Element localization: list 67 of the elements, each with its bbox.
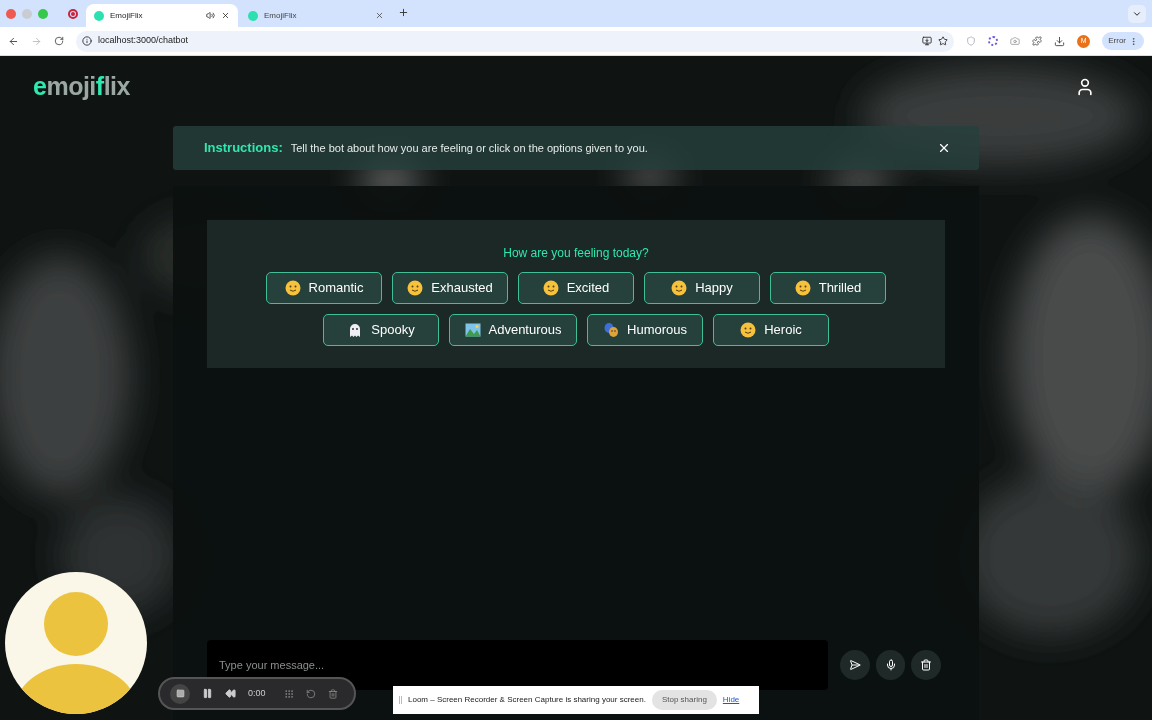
extensions-icon[interactable]: [1032, 36, 1043, 46]
microphone-icon: [884, 659, 897, 671]
drag-handle-icon[interactable]: [399, 696, 402, 704]
info-icon[interactable]: [82, 36, 92, 46]
browser-tab[interactable]: EmojiFlix: [240, 4, 392, 27]
mood-button[interactable]: Thrilled: [770, 272, 886, 304]
send-button[interactable]: [840, 650, 870, 680]
grid-icon[interactable]: [283, 688, 294, 699]
hide-link[interactable]: Hide: [722, 694, 740, 706]
logo-letters[interactable]: f: [95, 72, 104, 101]
emoji-face-icon: [542, 280, 559, 296]
mood-button[interactable]: Spooky: [323, 314, 439, 346]
tab-title: EmojiFlix: [264, 9, 298, 22]
recording-icon[interactable]: [68, 8, 78, 19]
user-icon[interactable]: [1075, 77, 1095, 97]
close-window-icon[interactable]: [6, 8, 16, 19]
close-icon[interactable]: [221, 11, 230, 20]
emoji-face-icon: [407, 280, 424, 296]
logo-letters[interactable]: lix: [103, 72, 130, 101]
download-icon[interactable]: [1054, 35, 1066, 47]
mood-button[interactable]: Adventurous: [449, 314, 577, 346]
close-icon[interactable]: [937, 141, 951, 155]
mood-button[interactable]: Humorous: [587, 314, 703, 346]
error-button[interactable]: Error: [1102, 32, 1144, 50]
emoji-logo-icon: [248, 10, 258, 21]
logo-letters[interactable]: e: [33, 72, 47, 101]
bookmark-star-icon[interactable]: [938, 36, 949, 46]
delete-button[interactable]: [911, 650, 941, 680]
emoji-face-icon: [794, 280, 811, 296]
mood-button[interactable]: Excited: [518, 272, 634, 304]
delete-icon[interactable]: [327, 688, 338, 699]
microphone-button[interactable]: [875, 650, 906, 680]
reload-icon[interactable]: [54, 36, 64, 46]
rewind-icon[interactable]: [225, 688, 236, 699]
trash-icon: [920, 659, 933, 671]
instructions-text: Tell the bot about how you are feeling or click on the options given to you.: [290, 140, 649, 156]
emoji-face-icon: [284, 280, 301, 296]
restart-icon[interactable]: [305, 688, 316, 699]
mood-button[interactable]: Happy: [644, 272, 760, 304]
send-icon: [848, 659, 861, 671]
tab-title: EmojiFlix: [110, 9, 144, 22]
message-input[interactable]: Type your message...: [207, 640, 829, 690]
share-message: Loom – Screen Recorder & Screen Capture is sharing your screen.: [408, 694, 646, 706]
install-icon[interactable]: [922, 36, 933, 46]
stop-button[interactable]: [170, 683, 190, 704]
instructions-label: Instructions:: [204, 139, 283, 158]
landscape-icon: [464, 322, 481, 338]
logo-letters[interactable]: moji: [46, 72, 96, 101]
mood-button[interactable]: Exhausted: [392, 272, 508, 304]
speaker-icon[interactable]: [206, 11, 215, 20]
more-icon: [1129, 36, 1138, 46]
chevron-down-icon: [1132, 9, 1142, 19]
emoji-face-icon: [740, 322, 757, 338]
emoji-face-icon: [671, 280, 688, 296]
new-tab-icon[interactable]: [398, 7, 409, 18]
pause-icon[interactable]: [202, 688, 213, 699]
stop-sharing-button[interactable]: Stop sharing: [651, 690, 717, 710]
address-bar[interactable]: localhost:3000/chatbot: [76, 30, 955, 52]
emoji-logo-icon: [94, 10, 104, 21]
mood-button[interactable]: Heroic: [713, 314, 829, 346]
back-icon[interactable]: [8, 35, 19, 47]
mood-button[interactable]: Romantic: [266, 272, 382, 304]
browser-tab[interactable]: EmojiFlix: [86, 4, 238, 27]
theater-masks-icon: [603, 322, 619, 338]
question-text: How are you feeling today?: [503, 245, 649, 262]
stop-icon: [175, 689, 185, 698]
url-text: localhost:3000/chatbot: [98, 34, 190, 48]
